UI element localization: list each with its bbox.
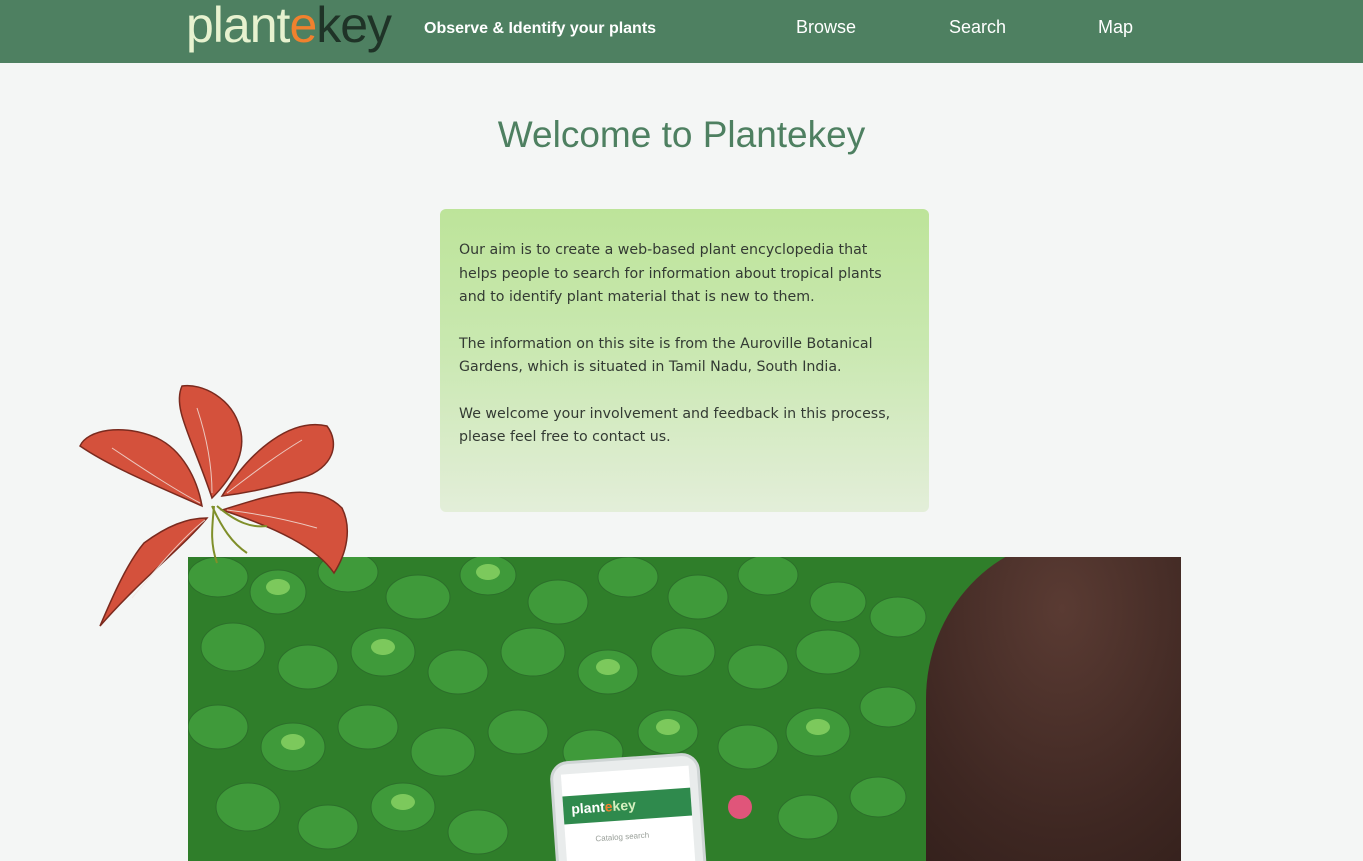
intro-card: Our aim is to create a web-based plant e… [440, 209, 929, 512]
intro-paragraph-source: The information on this site is from the… [459, 335, 873, 376]
phone-search-hint: Catalog search [595, 830, 650, 844]
person-hair [926, 557, 1181, 861]
intro-paragraph-feedback: We welcome your involvement and feedback… [459, 405, 891, 446]
site-tagline: Observe & Identify your plants [424, 20, 657, 37]
phone-screen: plantekey Catalog search [560, 765, 696, 861]
intro-paragraph-aim: Our aim is to create a web-based plant e… [459, 242, 882, 305]
site-header: plantekey Observe & Identify your plants… [0, 0, 1363, 63]
nav-map-link[interactable]: Map [1098, 17, 1133, 38]
flower-illustration [79, 384, 349, 627]
plantekey-logo[interactable]: plantekey [186, 0, 392, 58]
smartphone: plantekey Catalog search [548, 751, 708, 861]
nav-search-link[interactable]: Search [949, 17, 1006, 38]
page-title: Welcome to Plantekey [497, 114, 866, 155]
nav-browse-link[interactable]: Browse [796, 17, 856, 38]
